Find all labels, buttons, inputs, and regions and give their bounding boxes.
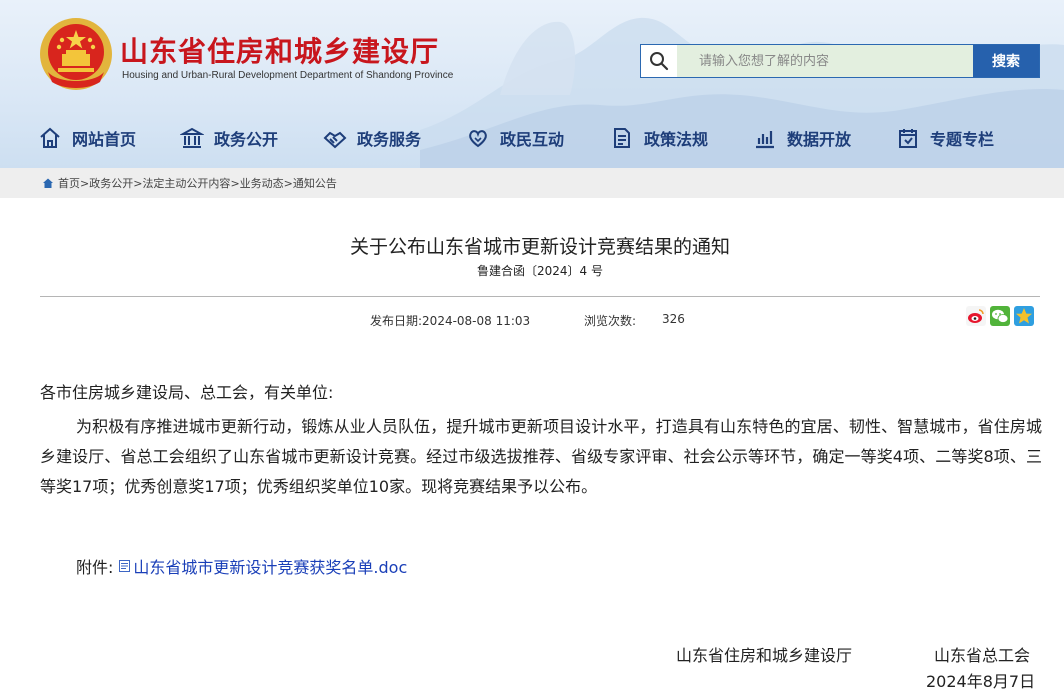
signer-trade-union: 山东省总工会 — [934, 646, 1031, 665]
signer-housing-dept: 山东省住房和城乡建设厅 — [676, 646, 853, 665]
bar-chart-icon — [756, 131, 774, 149]
nav-label: 政民互动 — [500, 130, 565, 149]
article-title: 关于公布山东省城市更新设计竞赛结果的通知 — [349, 236, 730, 258]
heart-hand-icon — [469, 130, 487, 148]
view-count-label: 浏览次数: — [584, 314, 637, 328]
wechat-icon[interactable] — [990, 306, 1010, 326]
national-emblem-logo — [40, 18, 112, 90]
breadcrumb-separator: > — [230, 176, 240, 190]
site-subtitle: Housing and Urban-Rural Development Depa… — [122, 70, 454, 81]
nav-label: 政策法规 — [644, 130, 709, 149]
attachment-link[interactable]: 山东省城市更新设计竞赛获奖名单.doc — [133, 554, 407, 578]
home-icon — [43, 178, 53, 188]
nav-item-gov-affairs[interactable]: 政务公开 — [180, 118, 278, 158]
nav-label: 网站首页 — [72, 130, 137, 149]
nav-item-policy[interactable]: 政策法规 — [610, 118, 708, 158]
publish-label: 发布日期: — [370, 314, 423, 328]
attachment-label: 附件: — [76, 558, 114, 577]
greeting: 各市住房城乡建设局、总工会，有关单位: — [40, 383, 334, 402]
nav-label: 政务公开 — [214, 130, 279, 149]
attachment: 附件: 山东省城市更新设计竞赛获奖名单.doc — [76, 554, 407, 578]
nav-label: 政务服务 — [357, 130, 422, 149]
title-divider — [40, 296, 1040, 297]
nav-item-gov-services[interactable]: 政务服务 — [323, 118, 421, 158]
nav-item-data-open[interactable]: 数据开放 — [753, 118, 851, 158]
breadcrumb-item-gov-affairs[interactable]: 政务公开 — [89, 175, 133, 191]
main-nav: 网站首页 政务公开 政务服务 政民互动 政策法规 数据开放 专题专栏 — [0, 118, 1064, 158]
calendar-icon — [899, 129, 917, 148]
handshake-icon — [323, 131, 347, 149]
breadcrumb-item-notices[interactable]: 通知公告 — [293, 175, 337, 191]
site-header: 山东省住房和城乡建设厅 Housing and Urban-Rural Deve… — [0, 0, 1064, 168]
nav-label: 数据开放 — [787, 130, 852, 149]
article-body: 为积极有序推进城市更新行动，锻炼从业人员队伍，提升城市更新项目设计水平，打造具有… — [40, 417, 1042, 496]
publish-date: 发布日期:2024-08-08 11:03 — [370, 312, 530, 329]
nav-item-topics[interactable]: 专题专栏 — [896, 118, 994, 158]
view-count: 326 — [662, 312, 685, 326]
qzone-icon[interactable] — [1014, 306, 1034, 326]
home-icon — [40, 127, 60, 148]
breadcrumb-item-statutory[interactable]: 法定主动公开内容 — [142, 175, 230, 191]
weibo-icon[interactable] — [966, 306, 986, 326]
breadcrumb-separator: > — [133, 176, 143, 190]
search-input[interactable] — [677, 45, 973, 77]
doc-file-icon — [119, 560, 131, 572]
breadcrumb-item-business[interactable]: 业务动态 — [240, 175, 284, 191]
signature-date: 2024年8月7日 — [926, 672, 1036, 691]
document-number: 鲁建合函〔2024〕4 号 — [477, 264, 603, 278]
nav-item-home[interactable]: 网站首页 — [38, 118, 136, 158]
search-button[interactable]: 搜索 — [973, 45, 1039, 77]
breadcrumb-separator: > — [283, 176, 293, 190]
breadcrumb-separator: > — [80, 176, 90, 190]
publish-value: 2024-08-08 11:03 — [422, 314, 531, 328]
share-buttons — [966, 306, 1034, 326]
breadcrumb: 首页 > 政务公开 > 法定主动公开内容 > 业务动态 > 通知公告 — [0, 168, 1064, 198]
breadcrumb-item-home[interactable]: 首页 — [58, 175, 80, 191]
search-icon[interactable] — [641, 45, 677, 77]
site-title: 山东省住房和城乡建设厅 — [120, 35, 440, 68]
search-box: 搜索 — [640, 44, 1040, 78]
document-icon — [614, 128, 630, 148]
nav-label: 专题专栏 — [930, 130, 995, 149]
nav-item-interaction[interactable]: 政民互动 — [466, 118, 564, 158]
building-icon — [180, 127, 204, 148]
